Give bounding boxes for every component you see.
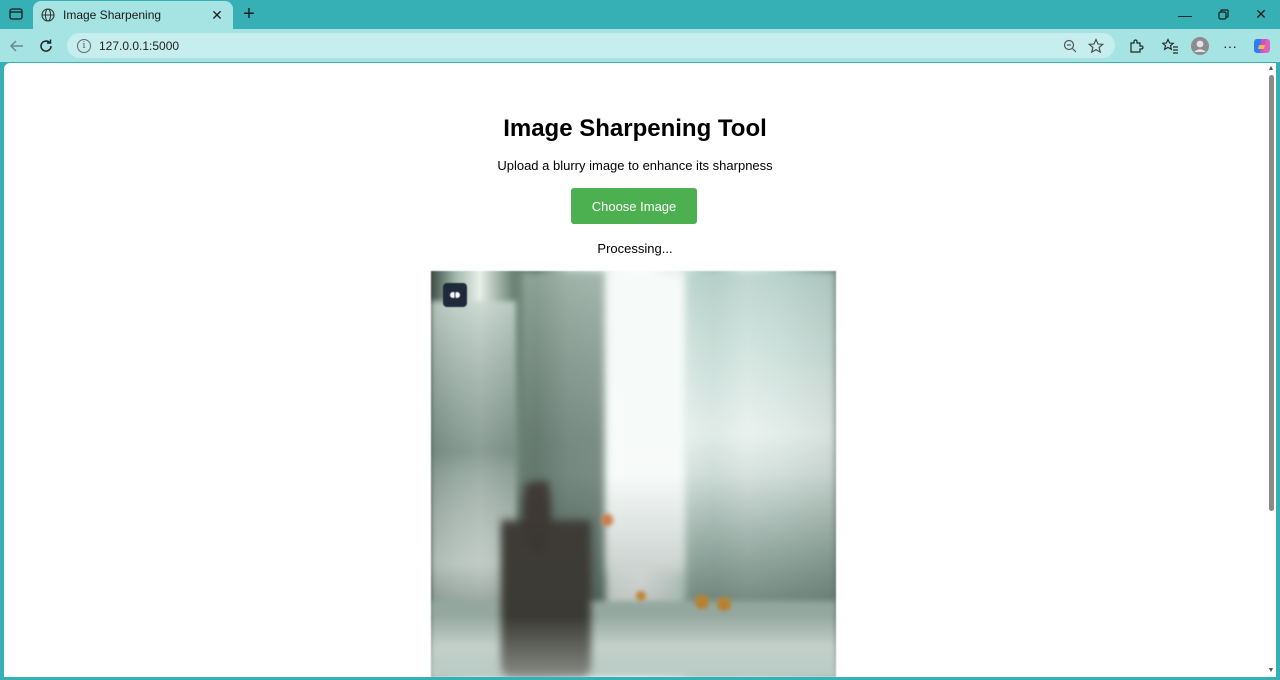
minimize-icon[interactable]: —: [1166, 0, 1204, 29]
vertical-scrollbar[interactable]: ▲ ▼: [1266, 63, 1276, 677]
page-subtitle: Upload a blurry image to enhance its sha…: [497, 158, 773, 173]
scroll-up-icon[interactable]: ▲: [1267, 65, 1275, 73]
new-tab-icon[interactable]: +: [238, 3, 260, 25]
window-controls: — ✕: [1166, 0, 1280, 29]
scroll-down-icon[interactable]: ▼: [1267, 667, 1275, 675]
back-icon[interactable]: [6, 35, 28, 57]
page-viewport: Image Sharpening Tool Upload a blurry im…: [4, 63, 1266, 677]
favorite-star-icon[interactable]: [1087, 37, 1105, 55]
extension-badge-icon[interactable]: [443, 283, 467, 307]
site-info-icon[interactable]: i: [77, 38, 91, 53]
page-title: Image Sharpening Tool: [503, 115, 767, 142]
profile-avatar-icon[interactable]: [1189, 35, 1211, 57]
url-text[interactable]: 127.0.0.1:5000: [99, 39, 1053, 53]
close-window-icon[interactable]: ✕: [1242, 0, 1280, 29]
photo-shade: [431, 271, 836, 677]
favorites-icon[interactable]: [1159, 35, 1181, 57]
more-menu-icon[interactable]: ···: [1219, 35, 1241, 57]
processing-status: Processing...: [597, 241, 673, 256]
scrollbar-thumb[interactable]: [1269, 75, 1274, 511]
restore-icon[interactable]: [1204, 0, 1242, 29]
choose-image-button[interactable]: Choose Image: [571, 188, 697, 224]
address-bar[interactable]: i 127.0.0.1:5000: [67, 33, 1115, 58]
browser-tab[interactable]: Image Sharpening ✕: [33, 1, 233, 29]
copilot-icon[interactable]: [1251, 35, 1273, 57]
browser-toolbar: i 127.0.0.1:5000 ···: [0, 29, 1280, 62]
title-bar: Image Sharpening ✕ + — ✕: [0, 0, 1280, 29]
uploaded-image: [431, 271, 836, 677]
tab-actions-icon[interactable]: [6, 5, 26, 23]
zoom-out-icon[interactable]: [1061, 37, 1079, 55]
close-tab-icon[interactable]: ✕: [209, 7, 225, 23]
globe-icon: [41, 7, 57, 23]
extensions-icon[interactable]: [1125, 35, 1147, 57]
refresh-icon[interactable]: [35, 35, 57, 57]
tab-title: Image Sharpening: [63, 8, 162, 22]
